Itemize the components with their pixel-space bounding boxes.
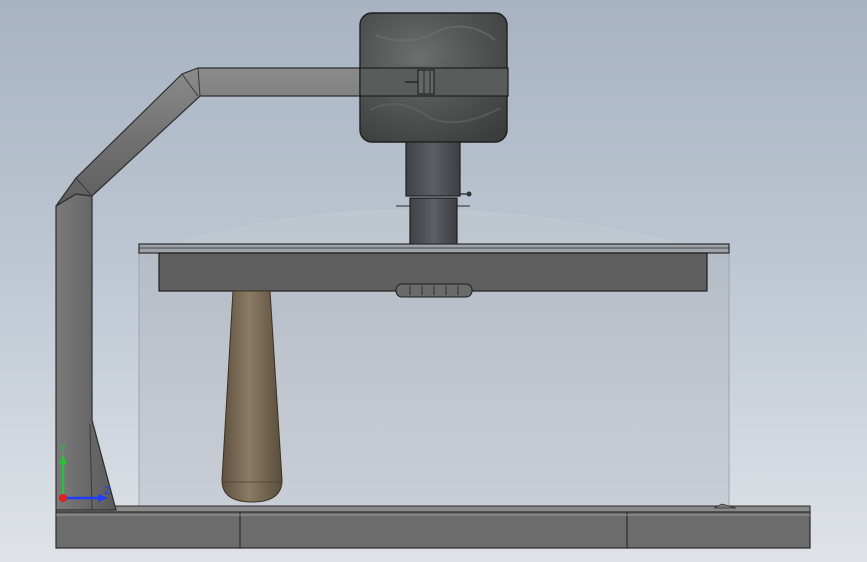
base-platform[interactable]: [55, 503, 811, 549]
tank-lid[interactable]: [138, 243, 730, 254]
cad-viewport[interactable]: Y Z: [0, 0, 867, 562]
support-arm[interactable]: [55, 67, 367, 207]
rotating-head[interactable]: [158, 252, 708, 298]
y-axis-label: Y: [59, 443, 67, 455]
cad-model-scene[interactable]: [0, 0, 867, 562]
x-axis-origin: [59, 494, 67, 502]
motor-clamp-band[interactable]: [359, 67, 509, 97]
y-axis-arrowhead: [59, 454, 67, 464]
z-axis-label: Z: [104, 485, 111, 497]
